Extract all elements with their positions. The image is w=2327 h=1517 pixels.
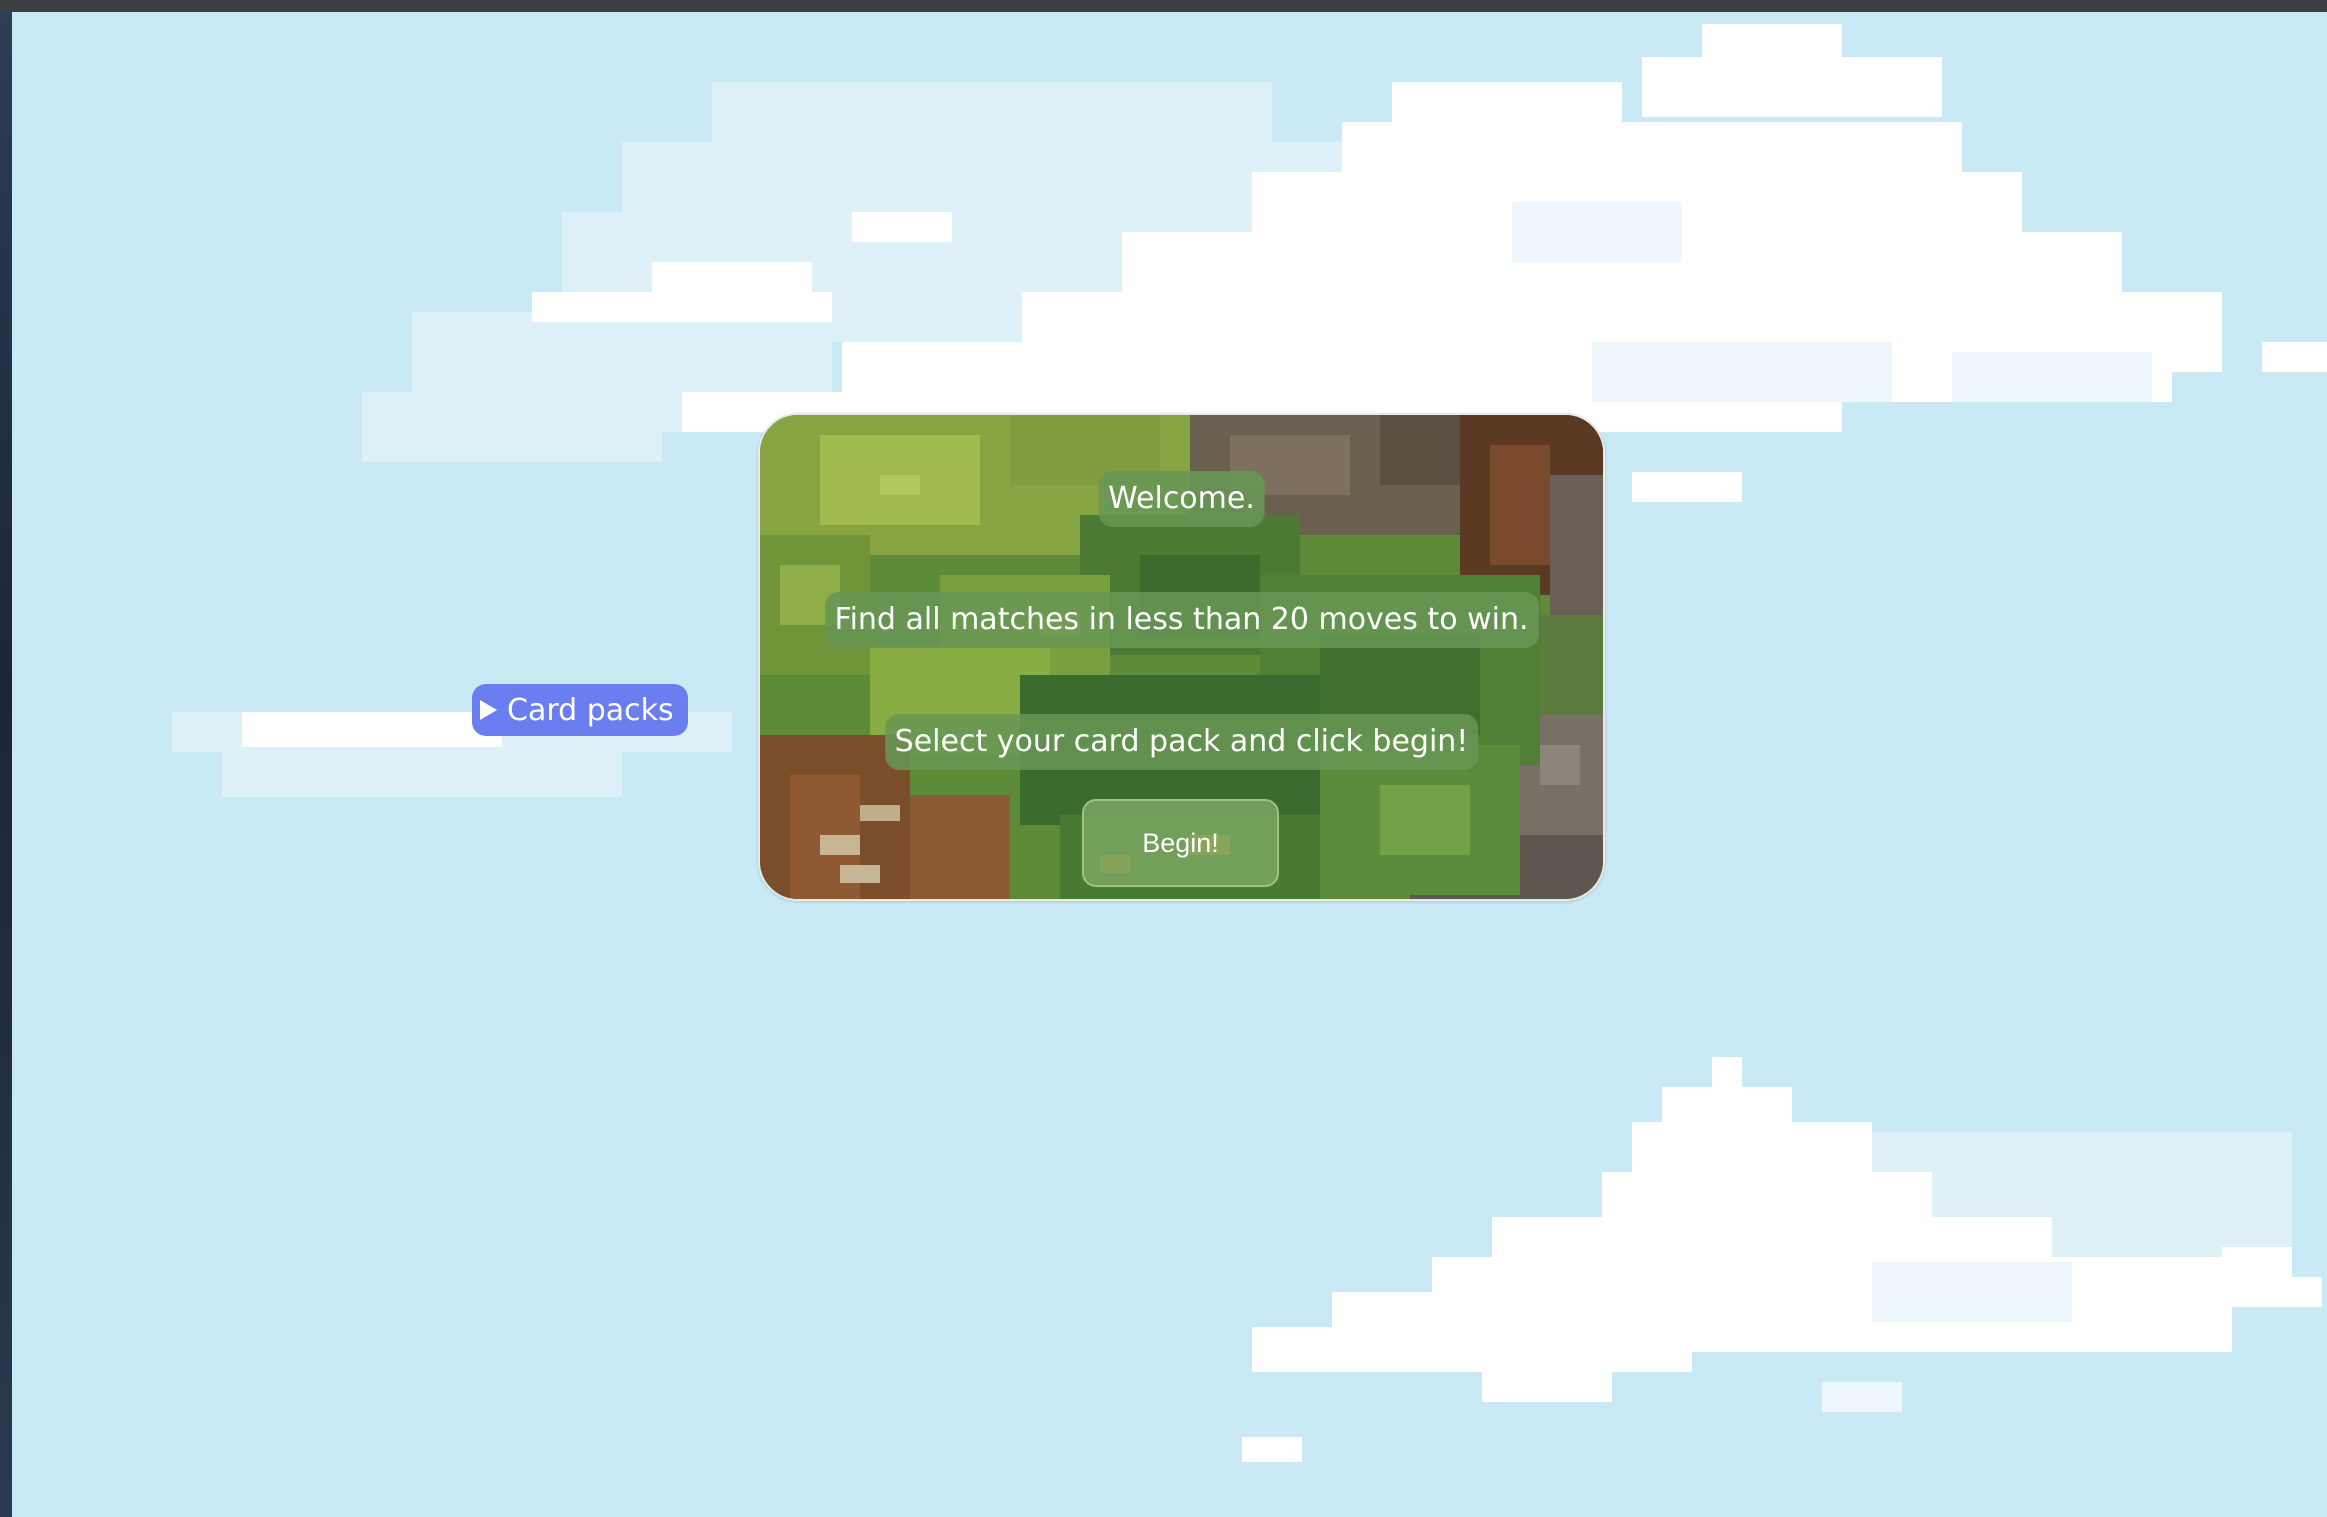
welcome-text: Welcome. bbox=[1098, 471, 1265, 527]
instruction-text: Select your card pack and click begin! bbox=[884, 714, 1479, 770]
welcome-dialog: Welcome. Find all matches in less than 2… bbox=[758, 413, 1605, 901]
triangle-right-icon bbox=[480, 700, 497, 720]
card-packs-button[interactable]: Card packs bbox=[472, 684, 688, 736]
window-top-bar bbox=[0, 0, 2327, 12]
begin-button[interactable]: Begin! bbox=[1082, 799, 1279, 887]
card-packs-label: Card packs bbox=[507, 692, 674, 728]
left-edge-strip bbox=[0, 12, 12, 1517]
rules-text: Find all matches in less than 20 moves t… bbox=[824, 592, 1539, 648]
